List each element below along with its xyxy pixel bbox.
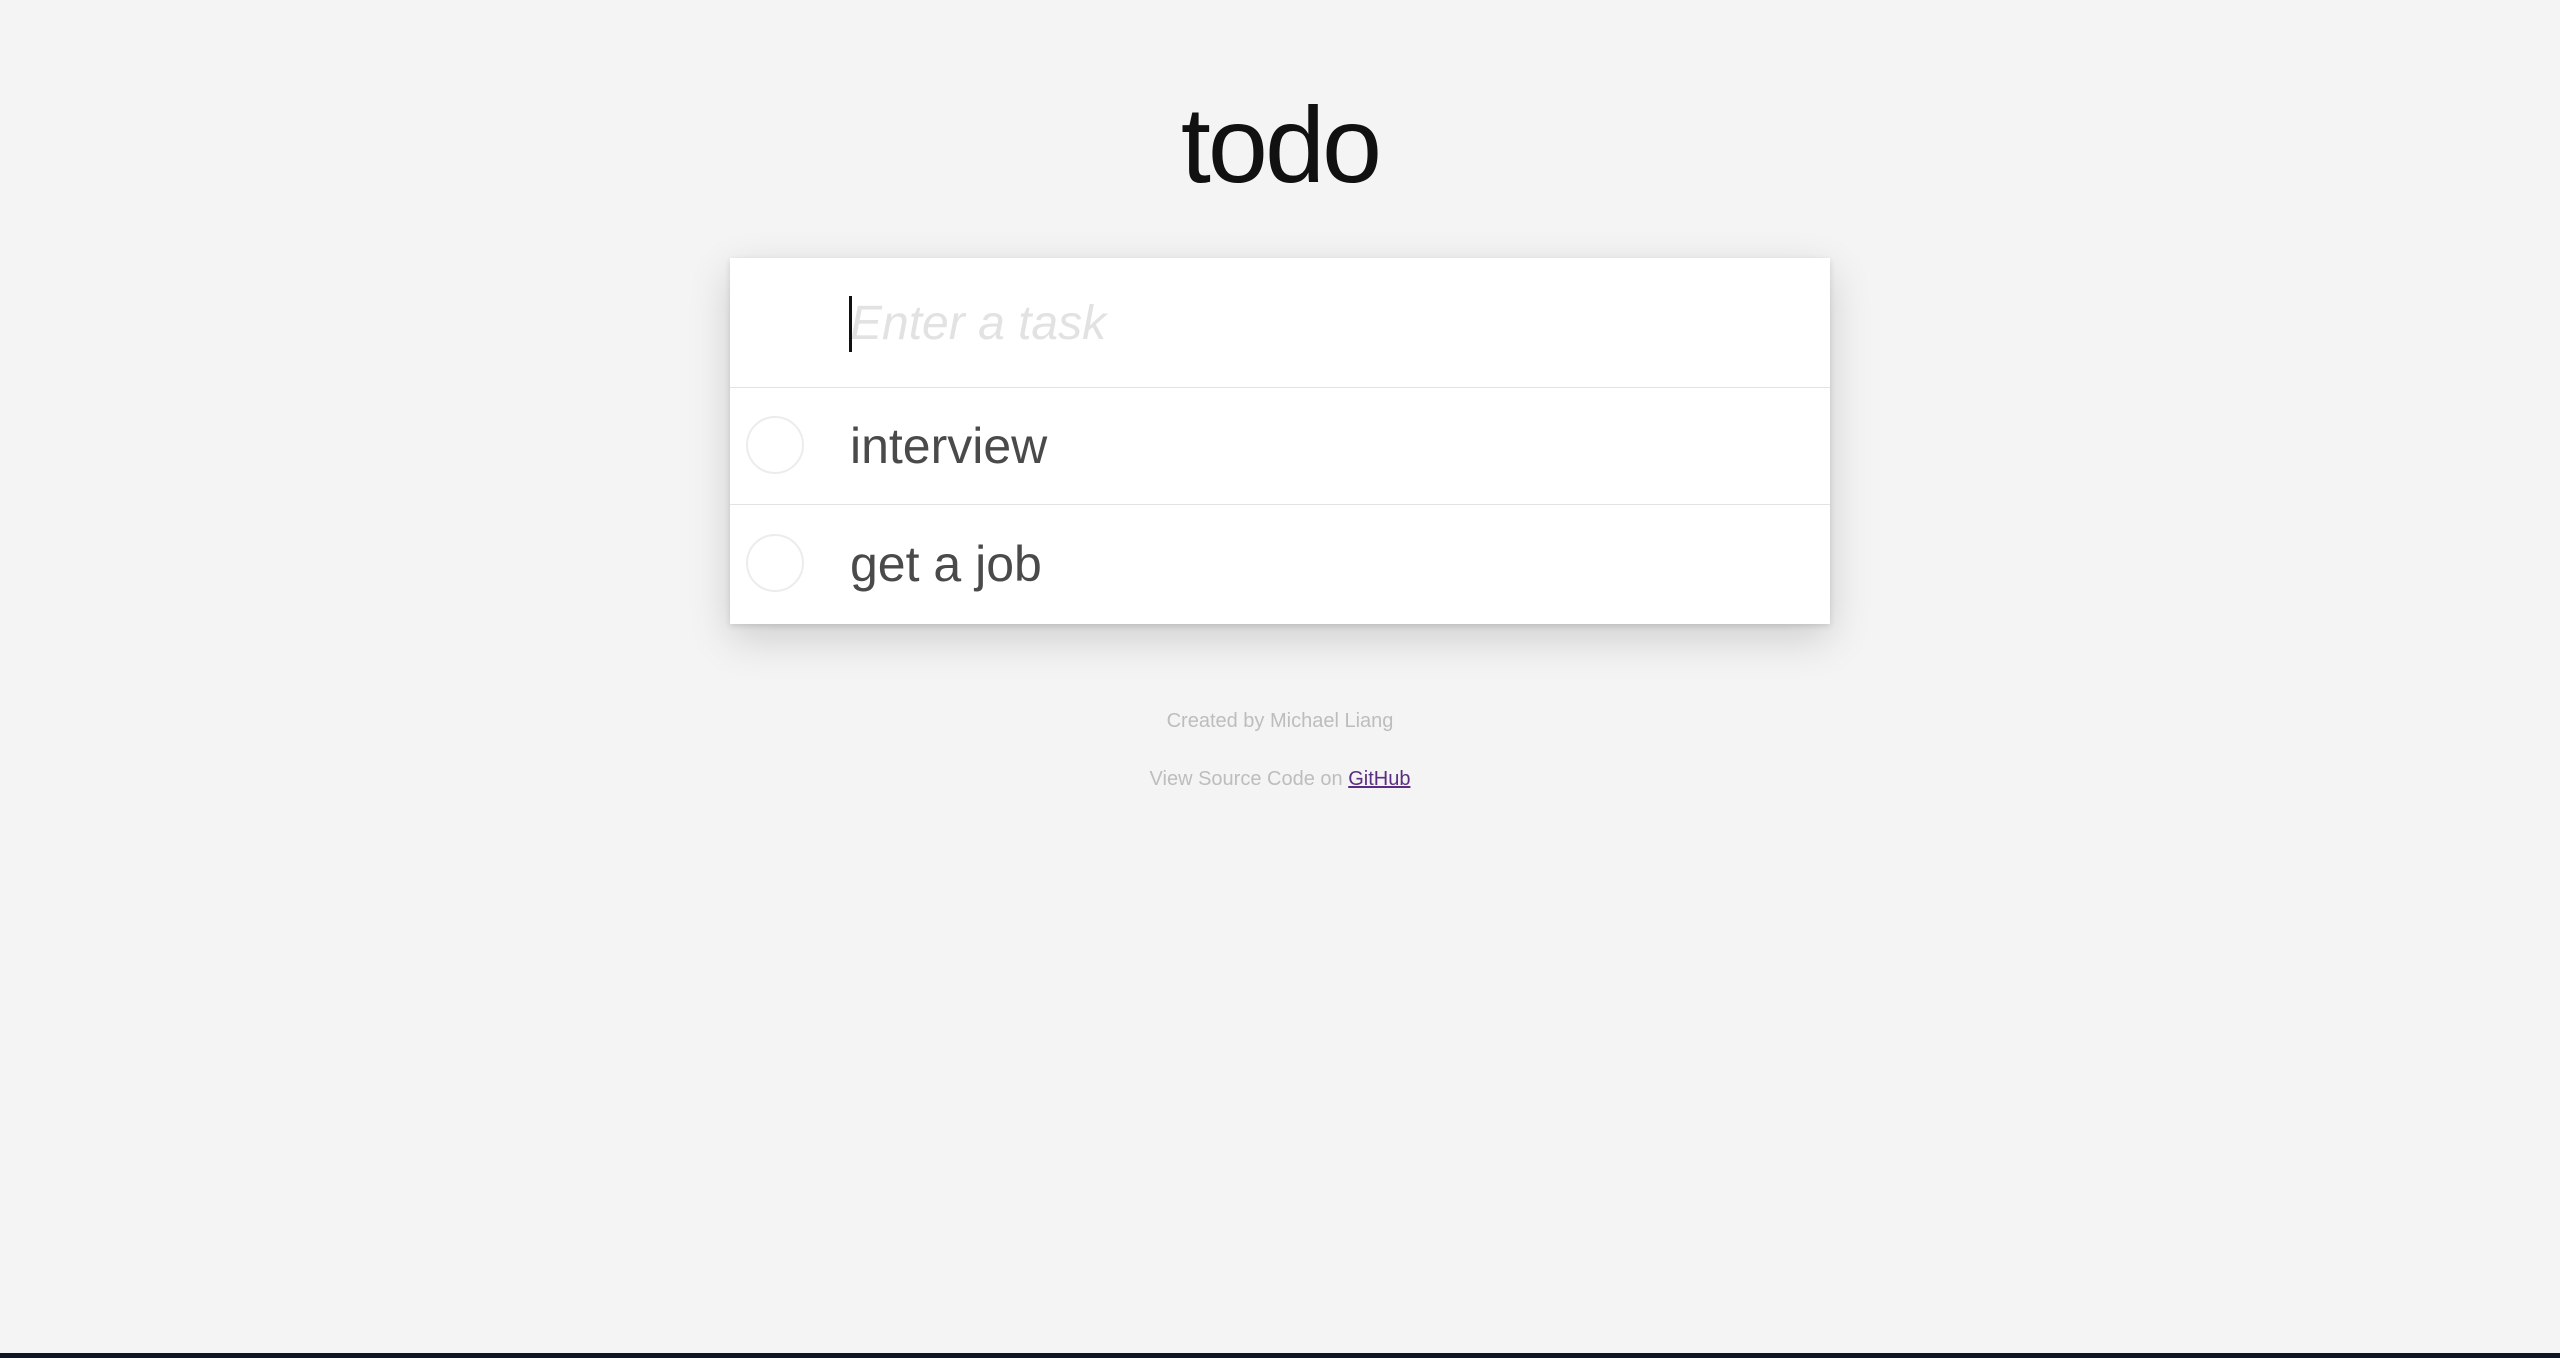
todo-label: interview: [850, 418, 1048, 474]
new-task-input[interactable]: [848, 278, 1800, 368]
todo-checkbox[interactable]: [746, 534, 804, 592]
new-task-row: [730, 258, 1830, 388]
source-code-prefix: View Source Code on: [1149, 768, 1349, 790]
github-link[interactable]: GitHub: [1348, 768, 1410, 790]
app-title: todo: [1180, 84, 1382, 205]
todo-item[interactable]: interview: [730, 388, 1830, 505]
app-viewport: todo interview get a job Created by Mich…: [0, 0, 2560, 1353]
text-cursor: [849, 296, 852, 352]
todo-label: get a job: [850, 536, 1042, 592]
created-by-text: Created by Michael Liang: [1166, 710, 1394, 732]
source-code-line: View Source Code on GitHub: [0, 768, 2560, 791]
todo-checkbox[interactable]: [746, 416, 804, 474]
todo-item[interactable]: get a job: [730, 506, 1830, 623]
todo-card: interview get a job: [730, 258, 1830, 624]
